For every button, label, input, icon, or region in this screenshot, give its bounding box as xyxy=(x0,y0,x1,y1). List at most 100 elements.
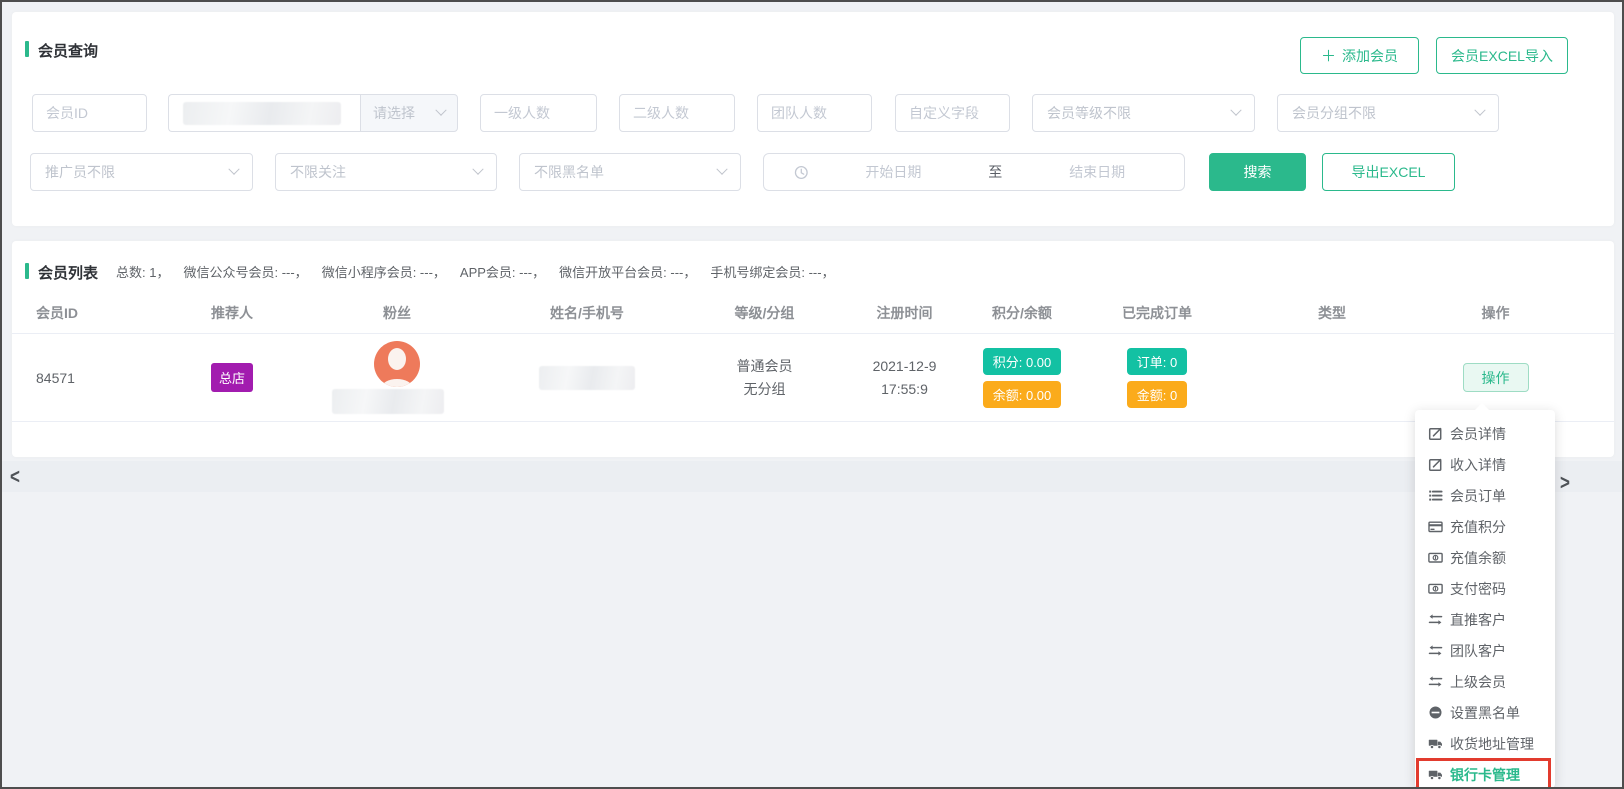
team-count-input[interactable] xyxy=(757,94,872,132)
menu-item-shipping-address[interactable]: 收货地址管理 xyxy=(1415,728,1555,759)
search-label: 搜索 xyxy=(1244,162,1272,182)
follow-value: 不限关注 xyxy=(290,162,346,182)
menu-item-member-detail[interactable]: 会员详情 xyxy=(1415,418,1555,449)
cell-fans xyxy=(302,341,492,414)
add-member-label: 添加会员 xyxy=(1342,46,1398,66)
level1-count-input[interactable] xyxy=(480,94,597,132)
search-button[interactable]: 搜索 xyxy=(1209,153,1306,191)
menu-item-label: 会员详情 xyxy=(1450,424,1506,444)
cell-register-time: 2021-12-9 17:55:9 xyxy=(847,355,962,401)
excel-import-button[interactable]: 会员EXCEL导入 xyxy=(1436,37,1568,74)
header-type: 类型 xyxy=(1232,303,1432,323)
member-group-value: 会员分组不限 xyxy=(1292,103,1376,123)
menu-item-label: 支付密码 xyxy=(1450,579,1506,599)
cell-points-balance: 积分: 0.00 余额: 0.00 xyxy=(962,348,1082,408)
minus-circle-icon xyxy=(1428,705,1443,720)
edit-square-icon xyxy=(1428,426,1443,441)
header-completed-orders: 已完成订单 xyxy=(1082,303,1232,323)
menu-item-upline-member[interactable]: 上级会员 xyxy=(1415,666,1555,697)
truck-icon xyxy=(1428,736,1443,751)
cell-completed-orders: 订单: 0 金额: 0 xyxy=(1082,348,1232,408)
header-level-group: 等级/分组 xyxy=(682,303,847,323)
redacted-fan-name xyxy=(332,389,444,414)
header-register-time: 注册时间 xyxy=(847,303,962,323)
scroll-left-icon[interactable]: < xyxy=(10,465,20,490)
member-level-value: 会员等级不限 xyxy=(1047,103,1131,123)
menu-item-recharge-points[interactable]: 充值积分 xyxy=(1415,511,1555,542)
row-action-button[interactable]: 操作 xyxy=(1463,363,1529,392)
cell-level-group: 普通会员 无分组 xyxy=(682,355,847,401)
keyword-input[interactable] xyxy=(168,94,360,132)
promoter-select[interactable]: 推广员不限 xyxy=(30,153,253,191)
cell-actions: 操作 xyxy=(1432,363,1614,392)
list-icon xyxy=(1428,488,1443,503)
scroll-right-icon[interactable]: > xyxy=(1560,471,1570,496)
chevron-down-icon xyxy=(472,164,483,175)
menu-item-label: 银行卡管理 xyxy=(1450,765,1520,785)
menu-item-member-orders[interactable]: 会员订单 xyxy=(1415,480,1555,511)
balance-badge: 余额: 0.00 xyxy=(983,381,1062,408)
register-date-range-picker[interactable]: 开始日期 至 结束日期 xyxy=(763,153,1185,191)
exchange-arrows-icon xyxy=(1428,612,1443,627)
referrer-badge: 总店 xyxy=(211,363,253,392)
excel-import-label: 会员EXCEL导入 xyxy=(1451,46,1553,66)
menu-item-recharge-balance[interactable]: 充值余额 xyxy=(1415,542,1555,573)
money-bill-icon xyxy=(1428,581,1443,596)
menu-item-direct-customers[interactable]: 直推客户 xyxy=(1415,604,1555,635)
cell-name-phone xyxy=(492,366,682,390)
chevron-down-icon xyxy=(435,105,446,116)
cell-referrer: 总店 xyxy=(162,363,302,392)
member-id-input[interactable] xyxy=(32,94,147,132)
menu-item-label: 会员订单 xyxy=(1450,486,1506,506)
menu-item-label: 充值余额 xyxy=(1450,548,1506,568)
credit-card-icon xyxy=(1428,519,1443,534)
menu-item-label: 团队客户 xyxy=(1450,641,1506,661)
menu-item-team-customers[interactable]: 团队客户 xyxy=(1415,635,1555,666)
menu-item-label: 充值积分 xyxy=(1450,517,1506,537)
avatar-head-shape xyxy=(388,348,406,370)
menu-item-set-blacklist[interactable]: 设置黑名单 xyxy=(1415,697,1555,728)
promoter-value: 推广员不限 xyxy=(45,162,115,182)
date-start-placeholder[interactable]: 开始日期 xyxy=(821,162,967,182)
cell-member-id: 84571 xyxy=(12,370,162,386)
keyword-input-group[interactable]: 请选择 xyxy=(168,94,458,132)
menu-item-label: 直推客户 xyxy=(1450,610,1506,630)
menu-item-label: 收入详情 xyxy=(1450,455,1506,475)
header-points-balance: 积分/余额 xyxy=(962,303,1082,323)
keyword-type-select[interactable]: 请选择 xyxy=(360,94,458,132)
menu-item-label: 设置黑名单 xyxy=(1450,703,1520,723)
orders-badge: 订单: 0 xyxy=(1127,348,1187,375)
money-bill-icon xyxy=(1428,550,1443,565)
stat-wechat-official: 微信公众号会员: ---， xyxy=(183,262,307,281)
date-end-placeholder[interactable]: 结束日期 xyxy=(1024,162,1170,182)
list-section-title: 会员列表 xyxy=(38,262,98,283)
menu-item-bank-card[interactable]: 银行卡管理 xyxy=(1415,759,1555,789)
blacklist-value: 不限黑名单 xyxy=(534,162,604,182)
date-separator: 至 xyxy=(966,162,1024,182)
menu-item-payment-password[interactable]: 支付密码 xyxy=(1415,573,1555,604)
export-excel-button[interactable]: 导出EXCEL xyxy=(1322,153,1455,191)
member-level: 普通会员 xyxy=(737,355,793,378)
custom-field-input[interactable] xyxy=(895,94,1010,132)
chevron-down-icon xyxy=(716,164,727,175)
header-actions: 操作 xyxy=(1432,303,1614,323)
plus-icon: ＋ xyxy=(1321,45,1336,66)
follow-select[interactable]: 不限关注 xyxy=(275,153,497,191)
amount-badge: 金额: 0 xyxy=(1127,381,1187,408)
member-group-select[interactable]: 会员分组不限 xyxy=(1277,94,1499,132)
avatar xyxy=(374,341,420,387)
add-member-button[interactable]: ＋ 添加会员 xyxy=(1300,37,1419,74)
header-member-id: 会员ID xyxy=(12,303,162,323)
stat-phone-bound: 手机号绑定会员: ---， xyxy=(710,262,834,281)
blacklist-select[interactable]: 不限黑名单 xyxy=(519,153,741,191)
level2-count-input[interactable] xyxy=(619,94,735,132)
keyword-type-value: 请选择 xyxy=(373,103,415,123)
app-frame: 会员查询 ＋ 添加会员 会员EXCEL导入 请选择 会员等级不限 xyxy=(0,0,1624,789)
menu-item-income-detail[interactable]: 收入详情 xyxy=(1415,449,1555,480)
horizontal-scroll-strip: < > xyxy=(2,461,1622,492)
member-group: 无分组 xyxy=(744,378,786,401)
member-level-select[interactable]: 会员等级不限 xyxy=(1032,94,1255,132)
header-fans: 粉丝 xyxy=(302,303,492,323)
export-excel-label: 导出EXCEL xyxy=(1352,162,1426,182)
member-list-card: 会员列表 总数: 1， 微信公众号会员: ---， 微信小程序会员: ---， … xyxy=(12,241,1614,457)
